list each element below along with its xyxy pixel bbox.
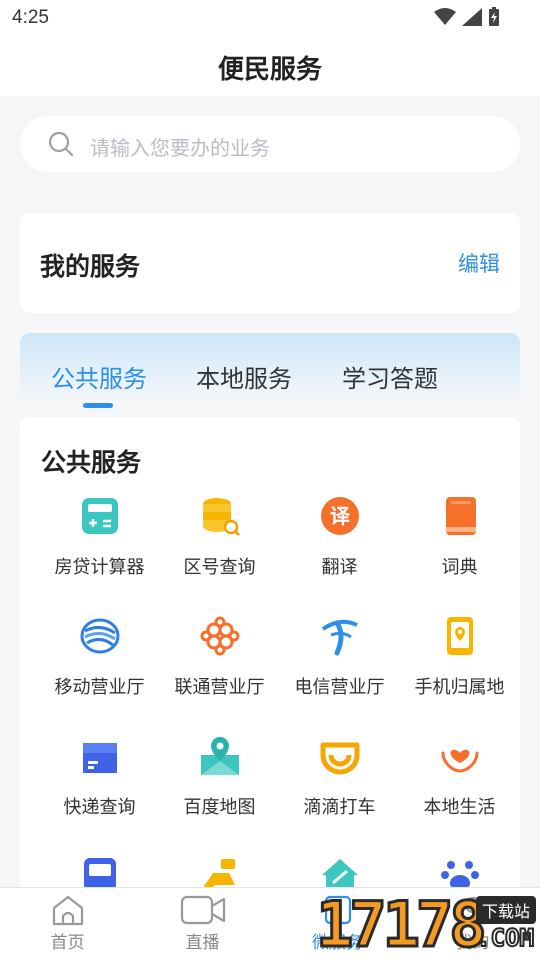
china-telecom-icon: [321, 619, 358, 656]
package-icon: [83, 743, 117, 773]
wifi-icon: [434, 8, 456, 25]
signal-icon: [462, 8, 482, 26]
tabbar-home[interactable]: 首页: [0, 888, 135, 960]
database-search-icon: [203, 498, 240, 536]
search-icon: [48, 131, 74, 157]
watermark-badge: 下载站: [475, 896, 536, 924]
service-item-label: 翻译: [321, 557, 358, 577]
tabbar-label: 直播: [185, 933, 220, 952]
service-item-label: 移动营业厅: [54, 677, 145, 697]
service-item-label: 滴滴打车: [303, 797, 376, 817]
tab-study-quiz[interactable]: 学习答题: [342, 359, 438, 394]
service-item-china-mobile[interactable]: 移动营业厅: [37, 615, 162, 735]
dictionary-icon: [446, 497, 476, 535]
service-item-baidu-map[interactable]: 百度地图: [157, 735, 282, 855]
tabbar-label: 首页: [50, 933, 85, 952]
public-service-panel: 公共服务 房贷计算器 区号查询 译 翻译 词典 移动营业厅 联通营业厅 电信营业…: [20, 417, 520, 937]
service-item-didi[interactable]: 滴滴打车: [277, 735, 402, 855]
service-item-label: 词典: [441, 557, 478, 577]
service-item-label: 手机归属地: [414, 677, 505, 697]
service-item-dictionary[interactable]: 词典: [397, 495, 522, 615]
service-item-label: 电信营业厅: [294, 677, 385, 697]
my-service-title: 我的服务: [40, 253, 141, 281]
map-icon: [201, 737, 239, 775]
search-placeholder: 请输入您要办的业务: [90, 138, 270, 160]
tab-public-service[interactable]: 公共服务: [51, 359, 147, 394]
category-tabs: 公共服务 本地服务 学习答题: [20, 333, 520, 408]
service-item-label: 快递查询: [63, 797, 136, 817]
active-tab-indicator: [83, 403, 113, 408]
heart-hands-icon: [441, 749, 479, 773]
service-item-label: 房贷计算器: [54, 557, 145, 577]
service-item-label: 本地生活: [423, 797, 496, 817]
svg-text:译: 译: [330, 504, 351, 528]
service-item-area-code[interactable]: 区号查询: [157, 495, 282, 615]
service-item-china-telecom[interactable]: 电信营业厅: [277, 615, 402, 735]
service-item-mortgage-calculator[interactable]: 房贷计算器: [37, 495, 162, 615]
service-item-express[interactable]: 快递查询: [37, 735, 162, 855]
china-unicom-icon: [200, 616, 240, 656]
status-bar: 4:25: [0, 0, 540, 36]
edit-button[interactable]: 编辑: [458, 248, 500, 278]
status-icons: [434, 7, 500, 27]
service-item-label: 联通营业厅: [174, 677, 265, 697]
header: 便民服务: [0, 36, 540, 96]
watermark-suffix: .COM: [475, 923, 535, 953]
status-time: 4:25: [12, 7, 49, 28]
translate-icon: 译: [321, 497, 359, 535]
battery-icon: [489, 7, 499, 26]
service-item-phone-location[interactable]: 手机归属地: [397, 615, 522, 735]
watermark-number: 17178: [315, 888, 489, 960]
service-item-china-unicom[interactable]: 联通营业厅: [157, 615, 282, 735]
page-title: 便民服务: [217, 54, 322, 84]
video-icon: [180, 895, 225, 925]
service-item-label: 百度地图: [183, 797, 256, 817]
home-icon: [52, 895, 83, 926]
service-item-local-life[interactable]: 本地生活: [397, 735, 522, 855]
china-mobile-icon: [80, 618, 120, 654]
tab-local-service[interactable]: 本地服务: [196, 359, 292, 394]
calculator-icon: [82, 498, 118, 534]
phone-location-icon: [447, 617, 473, 655]
service-item-translate[interactable]: 译 翻译: [277, 495, 402, 615]
site-watermark: 17178 下载站 .COM: [312, 890, 540, 960]
service-item-label: 区号查询: [183, 557, 256, 577]
didi-icon: [320, 742, 360, 775]
my-service-card: 我的服务 编辑: [20, 213, 520, 313]
tabbar-live[interactable]: 直播: [135, 888, 270, 960]
search-section: 请输入您要办的业务: [0, 96, 540, 174]
panel-title: 公共服务: [41, 449, 142, 477]
search-input[interactable]: 请输入您要办的业务: [20, 116, 520, 172]
